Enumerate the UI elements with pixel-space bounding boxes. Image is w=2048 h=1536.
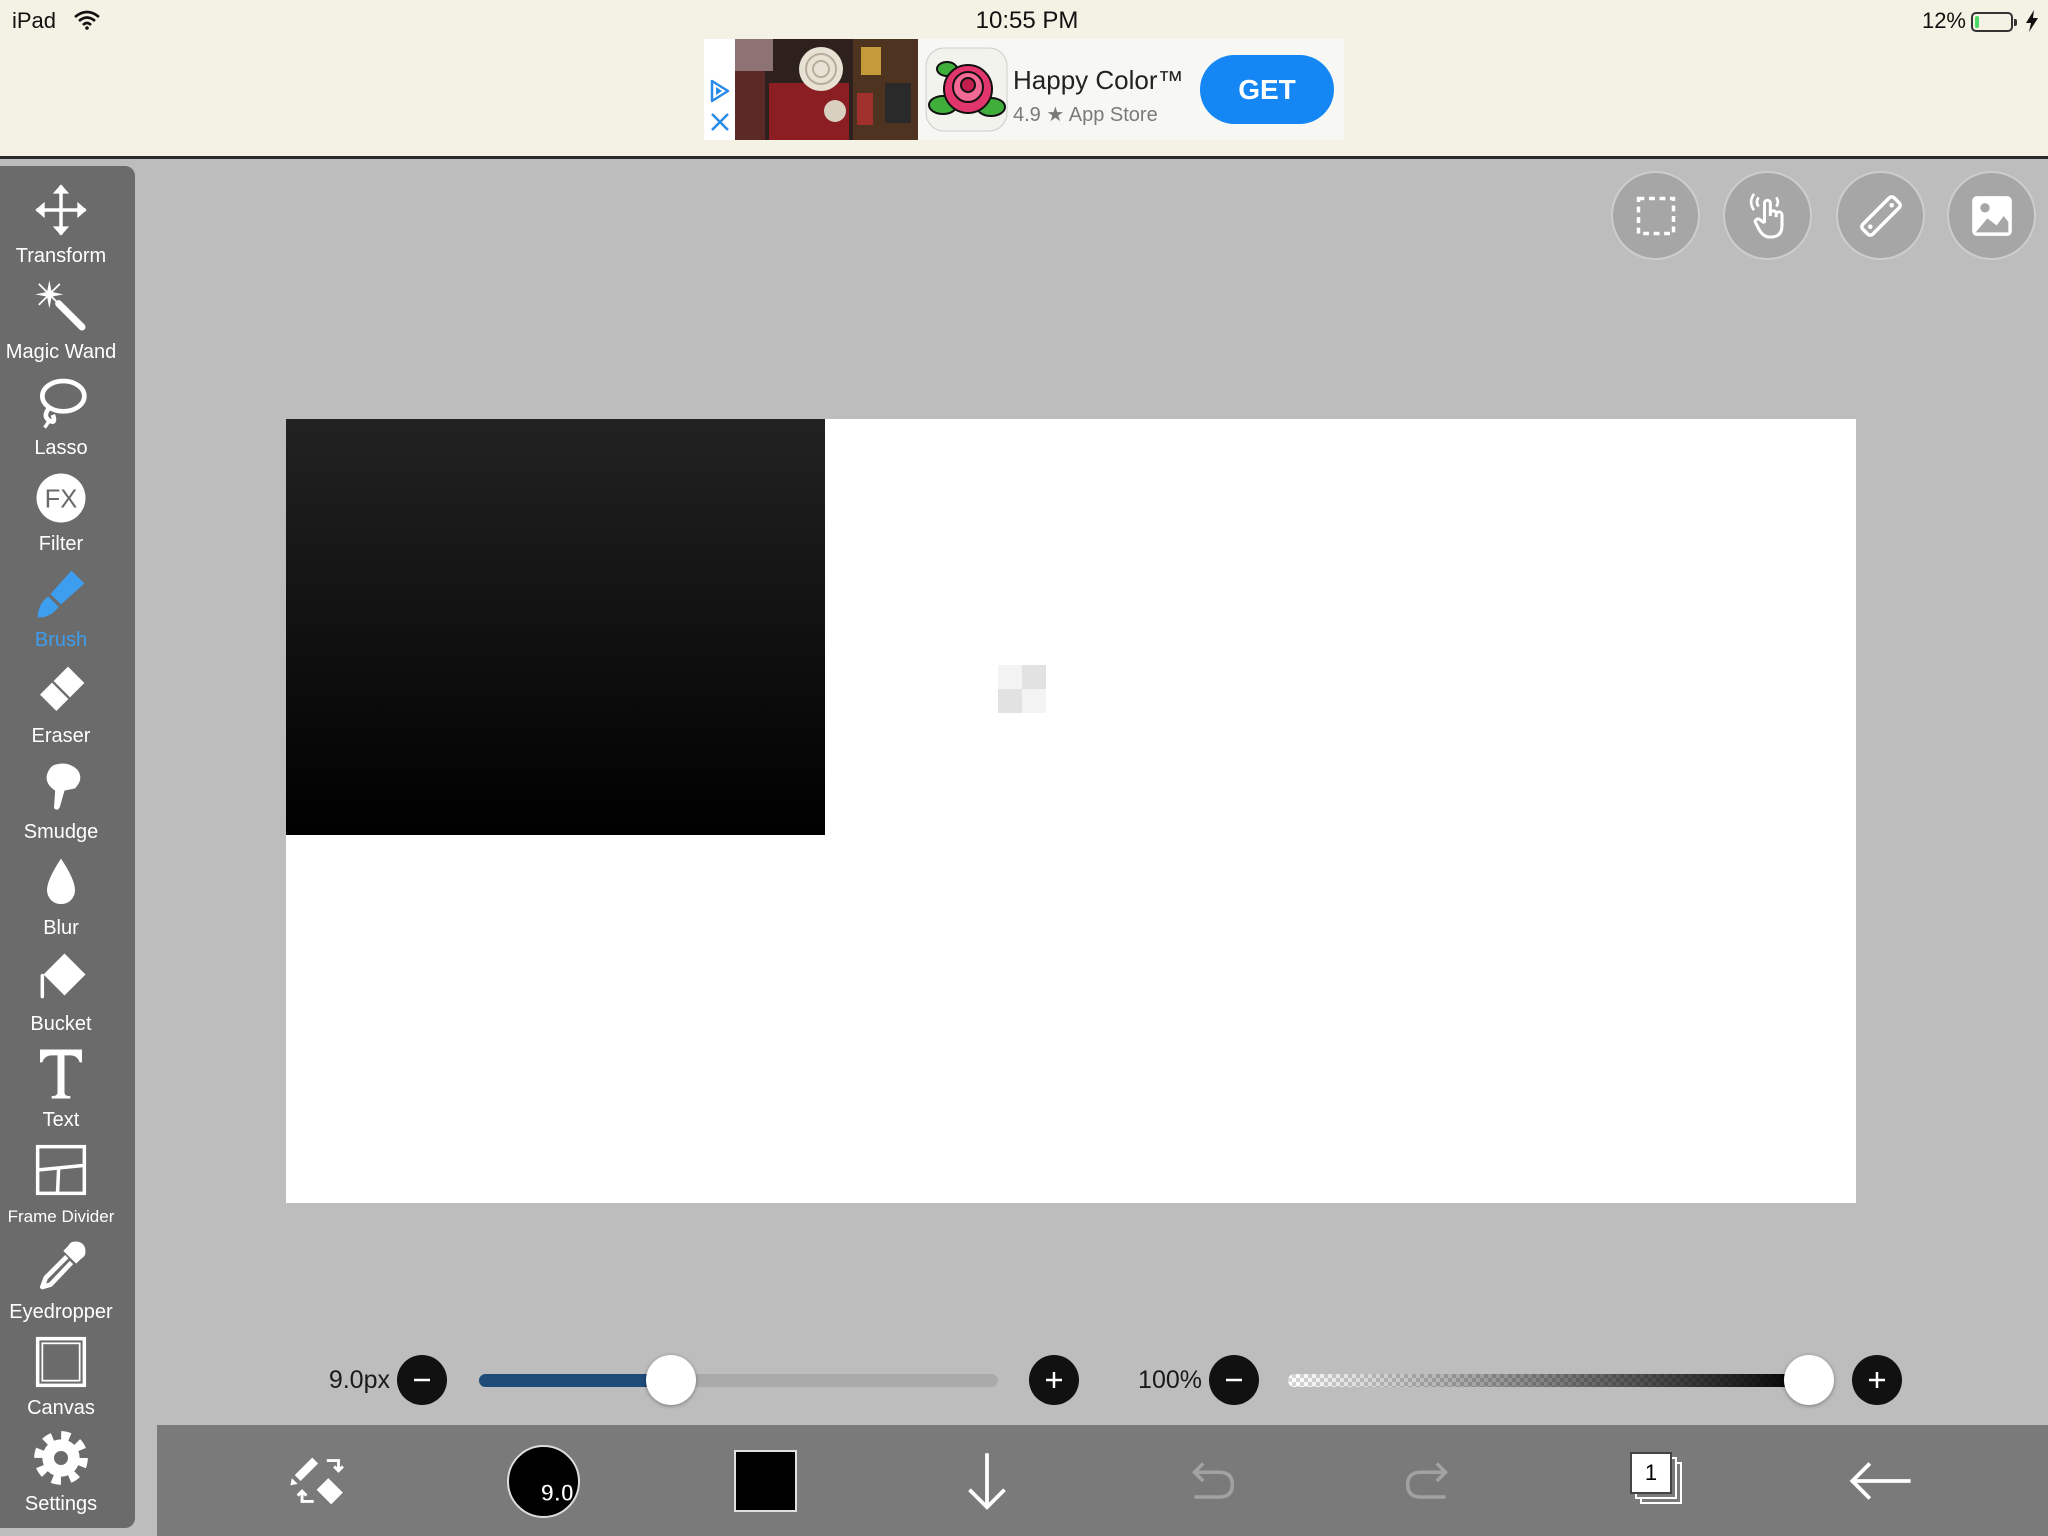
brush-size-slider-knob[interactable] <box>646 1355 697 1405</box>
ruler-icon <box>1859 194 1902 237</box>
ad-store: App Store <box>1068 104 1158 126</box>
tool-eyedropper[interactable]: Eyedropper <box>0 1222 122 1323</box>
status-device-name: iPad <box>12 8 57 33</box>
charging-bolt-icon <box>2026 10 2038 32</box>
lasso-icon <box>40 378 87 429</box>
move-icon <box>35 184 87 236</box>
brush-size-value: 9.0px <box>328 1366 390 1394</box>
brush-preview-size: 9.0 <box>540 1480 574 1508</box>
gear-icon <box>34 1431 88 1485</box>
brush-icon <box>37 570 85 618</box>
tool-settings[interactable]: Settings <box>0 1414 122 1515</box>
redo-icon[interactable] <box>1396 1446 1466 1516</box>
layer-count: 1 <box>1630 1452 1672 1494</box>
divider <box>0 156 2048 159</box>
brush-preview[interactable]: 9.0 <box>507 1445 580 1518</box>
ad-banner[interactable]: Happy Color™ 4.9 ★ App Store GET <box>704 39 1344 140</box>
hand-touch-button[interactable] <box>1723 171 1812 260</box>
brush-eraser-swap-icon[interactable] <box>286 1446 356 1516</box>
plus-icon <box>1046 1372 1062 1388</box>
tool-filter[interactable]: FX Filter <box>0 454 122 555</box>
bottom-toolbar: 9.0 1 <box>157 1425 2048 1536</box>
tool-smudge[interactable]: Smudge <box>0 742 122 843</box>
text-icon <box>40 1049 82 1099</box>
ad-image[interactable] <box>735 39 918 140</box>
tool-magic-wand[interactable]: Magic Wand <box>0 262 122 363</box>
minus-icon <box>414 1378 430 1382</box>
battery-percentage: 12% <box>1921 8 1966 33</box>
ad-title[interactable]: Happy Color™ <box>1013 65 1184 96</box>
tool-frame-divider[interactable]: Frame Divider <box>0 1126 122 1226</box>
canvas-black-fill-region <box>286 419 825 835</box>
tool-sidebar: Transform Magic Wand Lasso FX Filter Bru… <box>0 166 135 1528</box>
star-icon: ★ <box>1046 104 1065 126</box>
plus-icon <box>1869 1372 1885 1388</box>
battery-icon <box>1971 12 2017 32</box>
canvas-icon <box>35 1336 87 1388</box>
brush-size-slider-fill <box>479 1374 672 1387</box>
wifi-icon <box>74 10 100 30</box>
filter-badge: FX <box>45 485 78 513</box>
tool-lasso[interactable]: Lasso <box>0 358 122 459</box>
brush-size-decrease-button[interactable] <box>397 1355 447 1405</box>
transparency-checker <box>998 665 1046 713</box>
battery-level <box>1975 16 1980 28</box>
ad-choices-icon[interactable] <box>709 79 731 103</box>
download-arrow-icon[interactable] <box>952 1446 1022 1516</box>
minus-icon <box>1226 1378 1242 1382</box>
undo-icon[interactable] <box>1174 1446 1244 1516</box>
tool-brush[interactable]: Brush <box>0 550 122 651</box>
magic-wand-icon <box>35 280 86 331</box>
eyedropper-icon <box>40 1241 86 1290</box>
brush-size-slider[interactable] <box>479 1355 998 1405</box>
ad-subtitle: 4.9 ★ App Store <box>1013 102 1158 127</box>
status-time: 10:55 PM <box>975 7 1079 34</box>
reference-image-button[interactable] <box>1947 171 2036 260</box>
opacity-increase-button[interactable] <box>1852 1355 1902 1405</box>
frame-divider-icon <box>35 1144 87 1196</box>
layers-button[interactable]: 1 <box>1630 1452 1686 1508</box>
filter-icon: FX <box>36 473 86 523</box>
bucket-icon <box>40 953 86 999</box>
opacity-decrease-button[interactable] <box>1209 1355 1259 1405</box>
ad-rating: 4.9 <box>1013 104 1041 126</box>
selection-button[interactable] <box>1611 171 1700 260</box>
brush-size-increase-button[interactable] <box>1029 1355 1079 1405</box>
opacity-slider[interactable] <box>1288 1355 1834 1405</box>
happy-color-app-icon[interactable] <box>925 47 1008 132</box>
tool-eraser[interactable]: Eraser <box>0 646 122 747</box>
opacity-value: 100% <box>1138 1366 1202 1394</box>
tool-canvas[interactable]: Canvas <box>0 1318 122 1419</box>
tool-blur[interactable]: Blur <box>0 838 122 939</box>
selection-icon <box>1636 196 1675 235</box>
ad-close-icon[interactable] <box>709 111 731 133</box>
smudge-icon <box>46 763 81 810</box>
ruler-button[interactable] <box>1836 171 1925 260</box>
color-swatch[interactable] <box>734 1450 797 1512</box>
tool-label: Settings <box>24 1493 98 1515</box>
hand-touch-icon <box>1749 192 1784 239</box>
blur-icon <box>47 858 75 905</box>
tool-bucket[interactable]: Bucket <box>0 934 122 1035</box>
opacity-slider-knob[interactable] <box>1784 1355 1834 1405</box>
eraser-icon <box>40 666 85 711</box>
ad-get-button[interactable]: GET <box>1200 55 1334 124</box>
back-arrow-icon[interactable] <box>1845 1446 1915 1516</box>
ad-choices-strip <box>704 39 735 140</box>
image-icon <box>1971 195 2012 236</box>
tool-text[interactable]: Text <box>0 1030 122 1131</box>
tool-transform[interactable]: Transform <box>0 166 122 267</box>
